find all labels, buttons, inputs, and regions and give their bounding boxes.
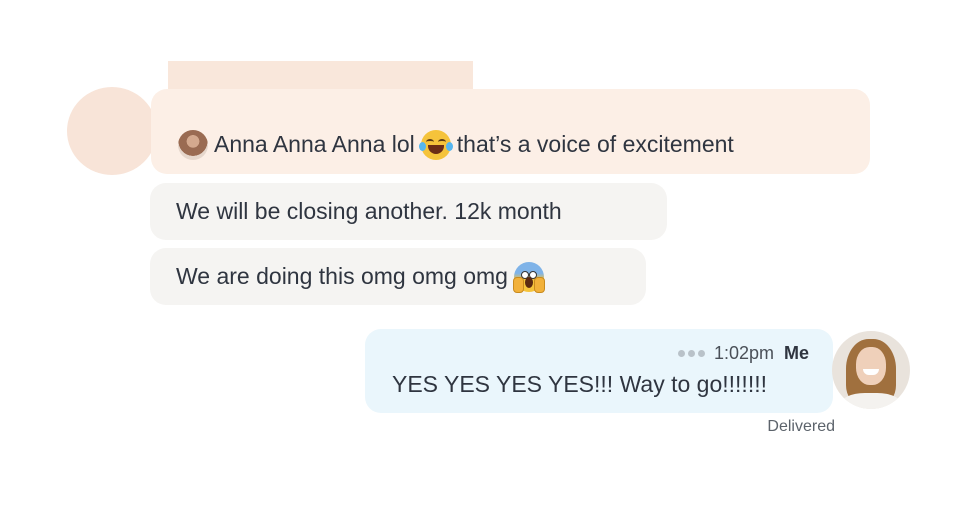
message-time: 1:02pm [713, 343, 774, 363]
user-avatar[interactable] [832, 331, 910, 409]
message-text: YES YES YES YES!!! Way to go!!!!!!! [392, 371, 767, 397]
outgoing-message[interactable]: 1:02pm Me YES YES YES YES!!! Way to go!!… [365, 329, 833, 413]
message-sender: Me [783, 343, 809, 363]
message-meta: 1:02pm Me [677, 343, 809, 364]
incoming-message-highlighted[interactable]: Anna Anna Anna lol that’s a voice of exc… [151, 89, 870, 174]
incoming-avatar[interactable] [67, 87, 157, 175]
more-options-icon[interactable] [677, 350, 705, 357]
message-text: We will be closing another. 12k month [176, 198, 562, 224]
message-text-after-emoji: that’s a voice of excitement [456, 131, 734, 157]
face-with-tears-of-joy-icon [418, 129, 453, 160]
mention-avatar-icon [178, 129, 208, 160]
incoming-message[interactable]: We are doing this omg omg omg [150, 248, 646, 305]
message-text: We are doing this omg omg omg [176, 263, 508, 289]
face-screaming-in-fear-icon [512, 261, 545, 293]
message-text-before-emoji: Anna Anna Anna lol [214, 131, 415, 157]
incoming-message[interactable]: We will be closing another. 12k month [150, 183, 667, 240]
delivery-status: Delivered [767, 418, 835, 435]
